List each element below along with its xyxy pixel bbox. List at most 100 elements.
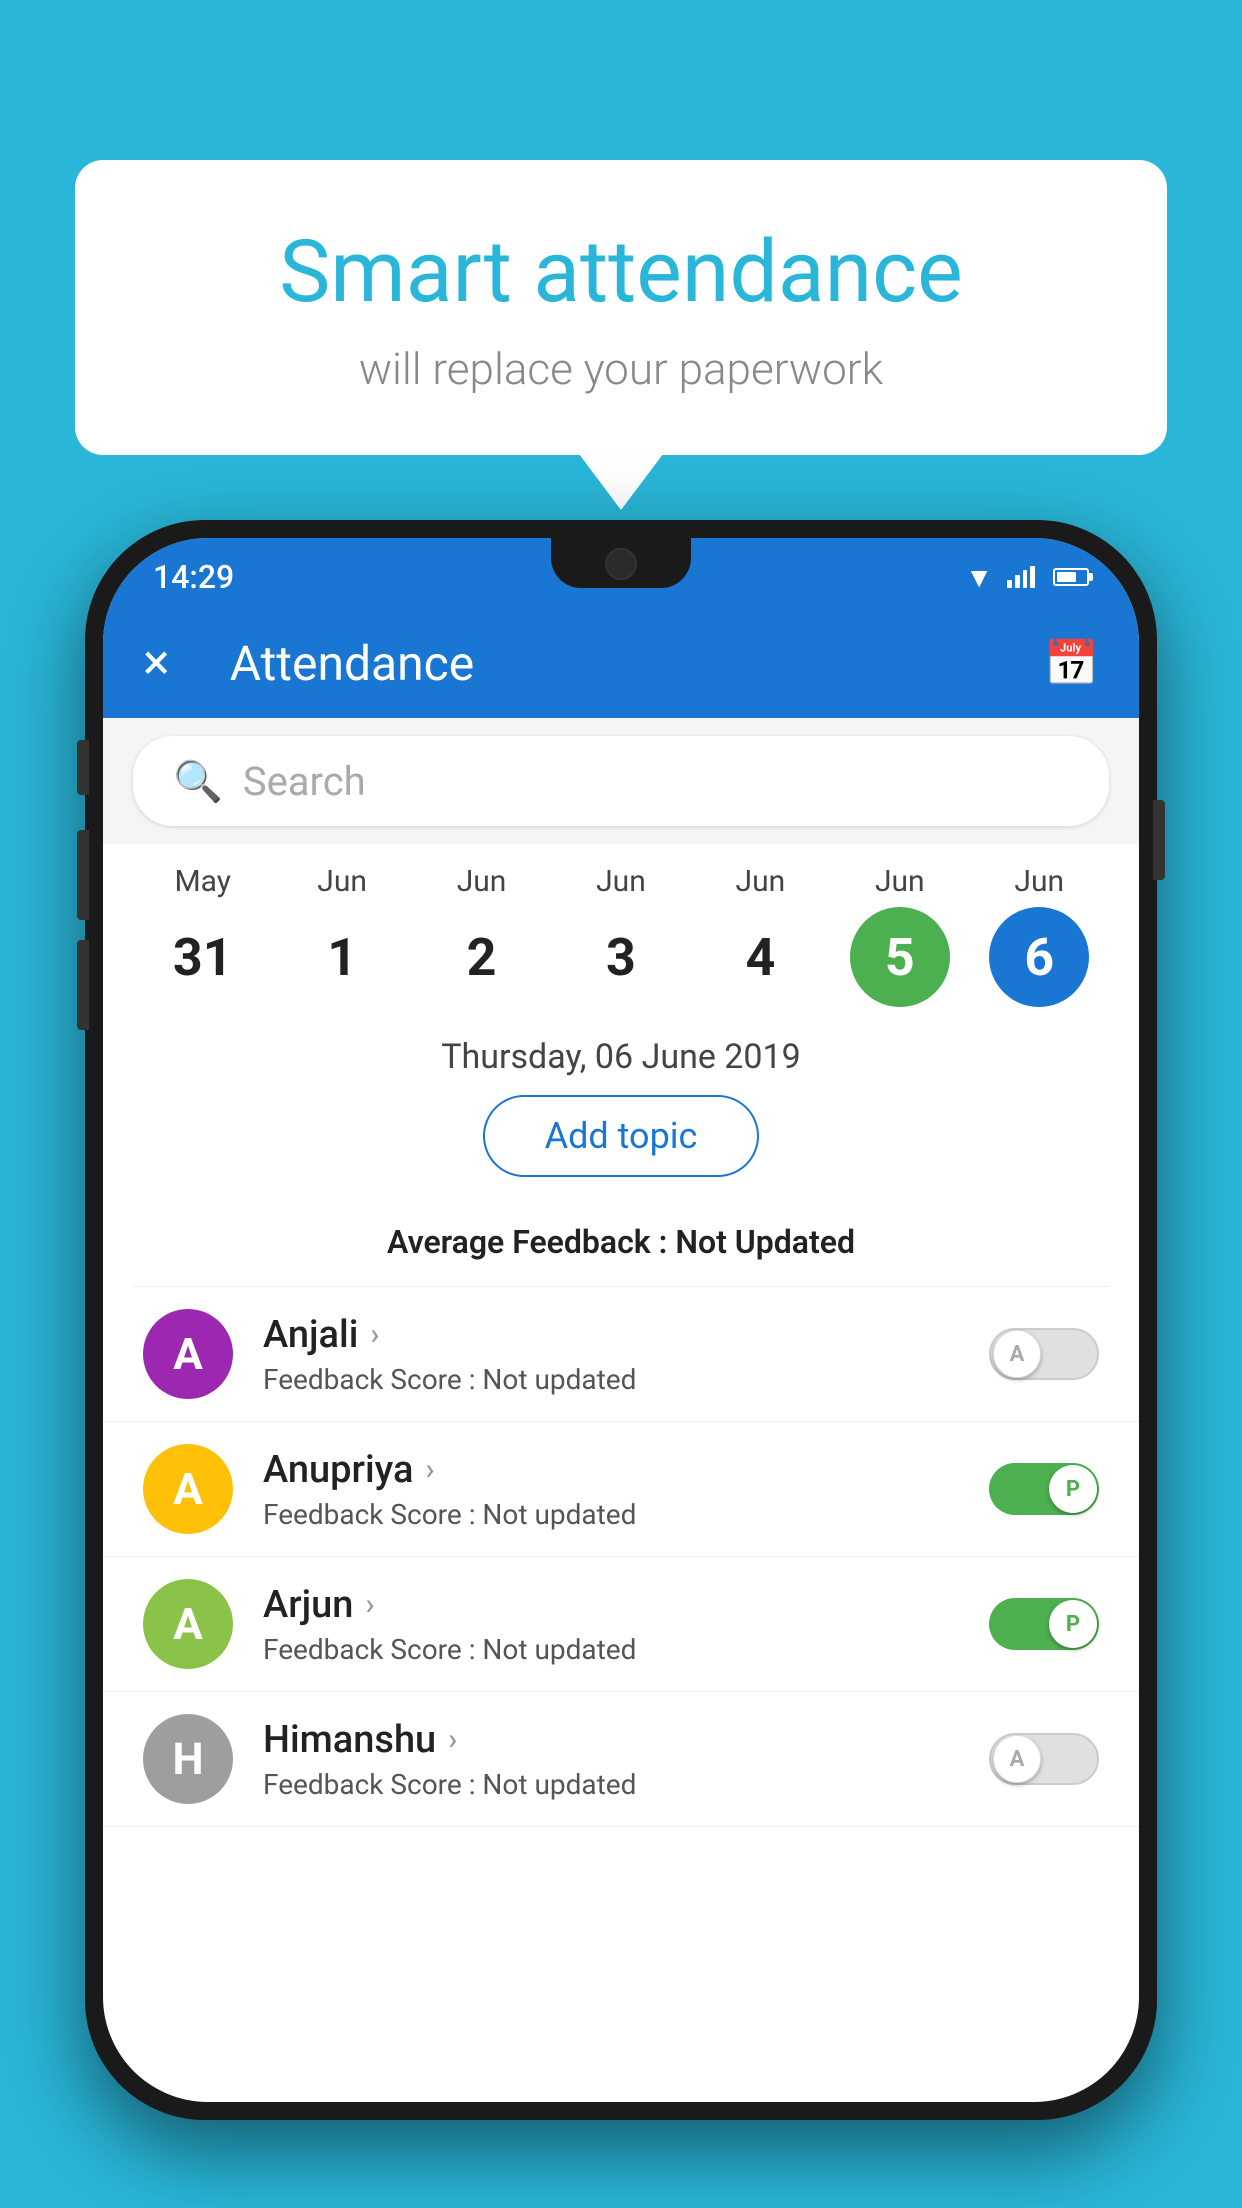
feedback-value: Not updated bbox=[482, 1498, 636, 1531]
feedback-value: Not updated bbox=[482, 1768, 636, 1801]
chevron-icon: › bbox=[365, 1587, 374, 1622]
student-info: Anjali › Feedback Score : Not updated bbox=[263, 1313, 959, 1396]
student-list: AAnjali›Feedback Score : Not updatedAAAn… bbox=[103, 1287, 1139, 1827]
bubble-subtitle: will replace your paperwork bbox=[155, 343, 1087, 395]
phone-button-power bbox=[1153, 800, 1165, 880]
student-name[interactable]: Arjun › bbox=[263, 1583, 959, 1627]
chevron-icon: › bbox=[370, 1317, 379, 1352]
feedback-value: Not updated bbox=[482, 1363, 636, 1396]
attendance-toggle-wrap: P bbox=[989, 1598, 1099, 1650]
student-item-anjali[interactable]: A Anjali › Feedback Score : Not updated A bbox=[103, 1287, 1139, 1422]
avg-feedback: Average Feedback : Not Updated bbox=[133, 1213, 1109, 1276]
attendance-toggle[interactable]: A bbox=[989, 1733, 1099, 1785]
wifi-icon: ▼ bbox=[965, 561, 993, 594]
student-feedback: Feedback Score : Not updated bbox=[263, 1498, 959, 1531]
cal-date-number[interactable]: 6 bbox=[989, 907, 1089, 1007]
feedback-label: Feedback Score : bbox=[263, 1498, 482, 1531]
calendar-months: May 31 Jun 1 Jun 2 Jun 3Jun4 Jun 5 Jun 6 bbox=[123, 864, 1119, 1007]
cal-month-label: Jun bbox=[596, 864, 646, 899]
attendance-toggle[interactable]: A bbox=[989, 1328, 1099, 1380]
feedback-label: Feedback Score : bbox=[263, 1363, 482, 1396]
toggle-knob: A bbox=[993, 1735, 1041, 1783]
add-topic-button[interactable]: Add topic bbox=[483, 1095, 760, 1177]
calendar-day-3[interactable]: Jun 3 bbox=[556, 864, 686, 1007]
calendar-day-6[interactable]: Jun 6 bbox=[974, 864, 1104, 1007]
phone-button-silent bbox=[77, 740, 89, 795]
calendar-row: May 31 Jun 1 Jun 2 Jun 3Jun4 Jun 5 Jun 6 bbox=[103, 844, 1139, 1017]
phone-button-vol-up bbox=[77, 830, 89, 920]
app-title: Attendance bbox=[200, 635, 1015, 692]
calendar-icon[interactable]: 📅 bbox=[1044, 637, 1099, 689]
phone-container: 14:29 ▼ × Attendance bbox=[85, 520, 1157, 2208]
calendar-day-31[interactable]: May 31 bbox=[138, 864, 268, 1007]
signal-icon bbox=[1007, 566, 1035, 588]
bubble-title: Smart attendance bbox=[155, 220, 1087, 323]
student-info: Anupriya › Feedback Score : Not updated bbox=[263, 1448, 959, 1531]
cal-date-number[interactable]: 4 bbox=[710, 907, 810, 1007]
close-button[interactable]: × bbox=[143, 638, 170, 688]
student-info: Arjun › Feedback Score : Not updated bbox=[263, 1583, 959, 1666]
student-name-text: Himanshu bbox=[263, 1718, 436, 1762]
feedback-value: Not updated bbox=[482, 1633, 636, 1666]
avg-feedback-label: Average Feedback : bbox=[387, 1223, 675, 1261]
chevron-icon: › bbox=[448, 1722, 457, 1757]
student-name-text: Anupriya bbox=[263, 1448, 413, 1492]
calendar-day-4[interactable]: Jun4 bbox=[695, 864, 825, 1007]
toggle-knob: A bbox=[993, 1330, 1041, 1378]
student-feedback: Feedback Score : Not updated bbox=[263, 1768, 959, 1801]
cal-date-number[interactable]: 5 bbox=[850, 907, 950, 1007]
search-placeholder: Search bbox=[243, 758, 366, 805]
cal-date-number[interactable]: 3 bbox=[571, 907, 671, 1007]
date-full: Thursday, 06 June 2019 bbox=[133, 1037, 1109, 1077]
attendance-toggle[interactable]: P bbox=[989, 1463, 1099, 1515]
speech-bubble: Smart attendance will replace your paper… bbox=[75, 160, 1167, 455]
student-name[interactable]: Himanshu › bbox=[263, 1718, 959, 1762]
phone-notch bbox=[551, 538, 691, 588]
feedback-label: Feedback Score : bbox=[263, 1768, 482, 1801]
student-name-text: Anjali bbox=[263, 1313, 358, 1357]
search-bar[interactable]: 🔍 Search bbox=[133, 736, 1109, 826]
toggle-knob: P bbox=[1049, 1600, 1097, 1648]
attendance-toggle[interactable]: P bbox=[989, 1598, 1099, 1650]
student-feedback: Feedback Score : Not updated bbox=[263, 1633, 959, 1666]
cal-date-number[interactable]: 31 bbox=[153, 907, 253, 1007]
phone-screen: 14:29 ▼ × Attendance bbox=[103, 538, 1139, 2102]
phone-camera bbox=[605, 548, 637, 580]
avg-feedback-value: Not Updated bbox=[675, 1223, 855, 1261]
student-item-himanshu[interactable]: H Himanshu › Feedback Score : Not updated A bbox=[103, 1692, 1139, 1827]
student-name[interactable]: Anupriya › bbox=[263, 1448, 959, 1492]
cal-month-label: May bbox=[174, 864, 230, 899]
status-time: 14:29 bbox=[153, 558, 234, 596]
phone-button-vol-down bbox=[77, 940, 89, 1030]
student-name[interactable]: Anjali › bbox=[263, 1313, 959, 1357]
cal-month-label: Jun bbox=[1014, 864, 1064, 899]
speech-bubble-container: Smart attendance will replace your paper… bbox=[75, 160, 1167, 455]
student-item-anupriya[interactable]: A Anupriya › Feedback Score : Not updated P bbox=[103, 1422, 1139, 1557]
calendar-day-5[interactable]: Jun 5 bbox=[835, 864, 965, 1007]
student-avatar: H bbox=[143, 1714, 233, 1804]
student-avatar: A bbox=[143, 1444, 233, 1534]
cal-date-number[interactable]: 2 bbox=[432, 907, 532, 1007]
student-avatar: A bbox=[143, 1579, 233, 1669]
student-item-arjun[interactable]: A Arjun › Feedback Score : Not updated P bbox=[103, 1557, 1139, 1692]
date-info: Thursday, 06 June 2019 Add topic Average… bbox=[103, 1017, 1139, 1286]
search-container: 🔍 Search bbox=[103, 718, 1139, 844]
student-feedback: Feedback Score : Not updated bbox=[263, 1363, 959, 1396]
phone-outer: 14:29 ▼ × Attendance bbox=[85, 520, 1157, 2120]
cal-month-label: Jun bbox=[457, 864, 507, 899]
cal-month-label: Jun bbox=[875, 864, 925, 899]
status-icons: ▼ bbox=[965, 561, 1089, 594]
student-avatar: A bbox=[143, 1309, 233, 1399]
cal-date-number[interactable]: 1 bbox=[292, 907, 392, 1007]
calendar-day-1[interactable]: Jun 1 bbox=[277, 864, 407, 1007]
chevron-icon: › bbox=[425, 1452, 434, 1487]
toggle-knob: P bbox=[1049, 1465, 1097, 1513]
calendar-day-2[interactable]: Jun 2 bbox=[417, 864, 547, 1007]
app-bar: × Attendance 📅 bbox=[103, 608, 1139, 718]
attendance-toggle-wrap: P bbox=[989, 1463, 1099, 1515]
student-name-text: Arjun bbox=[263, 1583, 353, 1627]
cal-month-label: Jun bbox=[317, 864, 367, 899]
attendance-toggle-wrap: A bbox=[989, 1733, 1099, 1785]
student-info: Himanshu › Feedback Score : Not updated bbox=[263, 1718, 959, 1801]
feedback-label: Feedback Score : bbox=[263, 1633, 482, 1666]
